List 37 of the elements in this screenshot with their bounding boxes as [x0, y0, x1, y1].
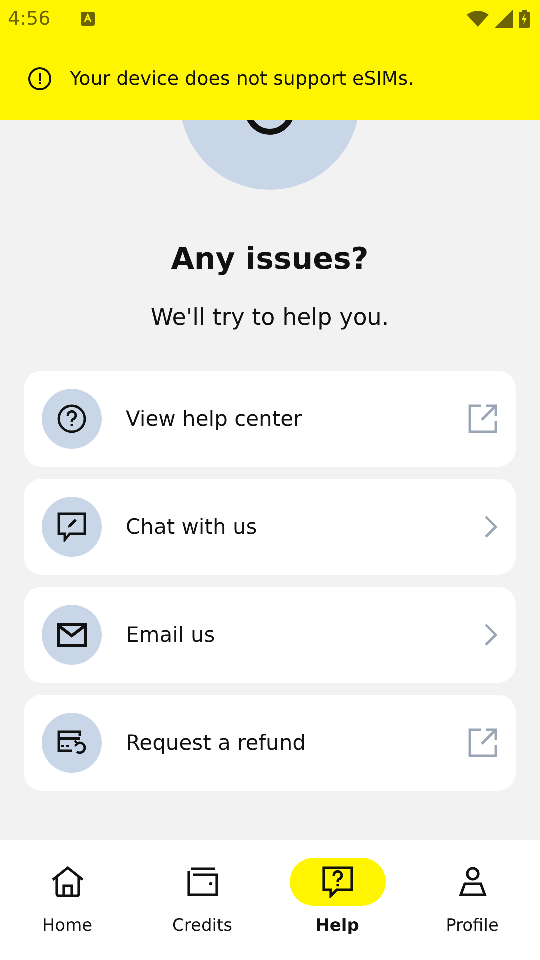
help-option[interactable]: Request a refund [24, 695, 516, 791]
page-subtitle: We'll try to help you. [150, 305, 390, 331]
option-label: Request a refund [126, 731, 307, 755]
nav-tab[interactable]: Home [0, 840, 135, 960]
nav-label: Home [42, 916, 93, 936]
option-label: Chat with us [126, 515, 258, 539]
battery-icon [519, 10, 530, 28]
warning-message: Your device does not support eSIMs. [70, 68, 414, 90]
signal-icon [495, 10, 513, 28]
nav-label: Credits [172, 916, 232, 936]
status-time: 4:56 [8, 8, 51, 30]
external-link-icon [468, 404, 498, 434]
home-icon [50, 866, 84, 898]
wallet-icon [186, 867, 218, 897]
nav-tab[interactable]: Credits [135, 840, 270, 960]
nav-tab[interactable]: Profile [405, 840, 540, 960]
question-icon [57, 404, 87, 434]
card-refund-icon [57, 730, 87, 756]
nav-label: Profile [446, 916, 499, 936]
help-chat-icon [322, 866, 354, 898]
nav-tab[interactable]: Help [270, 840, 405, 960]
option-label: View help center [126, 407, 304, 431]
chevron-right-icon [484, 515, 498, 539]
help-option[interactable]: View help center [24, 371, 516, 467]
person-icon [458, 866, 486, 898]
envelope-icon [57, 623, 87, 647]
keyboard-icon [80, 12, 95, 26]
page-title: Any issues? [170, 242, 370, 277]
warning-icon [28, 67, 52, 91]
option-label: Email us [126, 623, 216, 647]
nav-label: Help [316, 916, 360, 936]
external-link-icon [468, 728, 498, 758]
wifi-icon [467, 11, 489, 27]
chat-edit-icon [57, 512, 87, 542]
chevron-right-icon [484, 623, 498, 647]
help-option[interactable]: Chat with us [24, 479, 516, 575]
help-option[interactable]: Email us [24, 587, 516, 683]
